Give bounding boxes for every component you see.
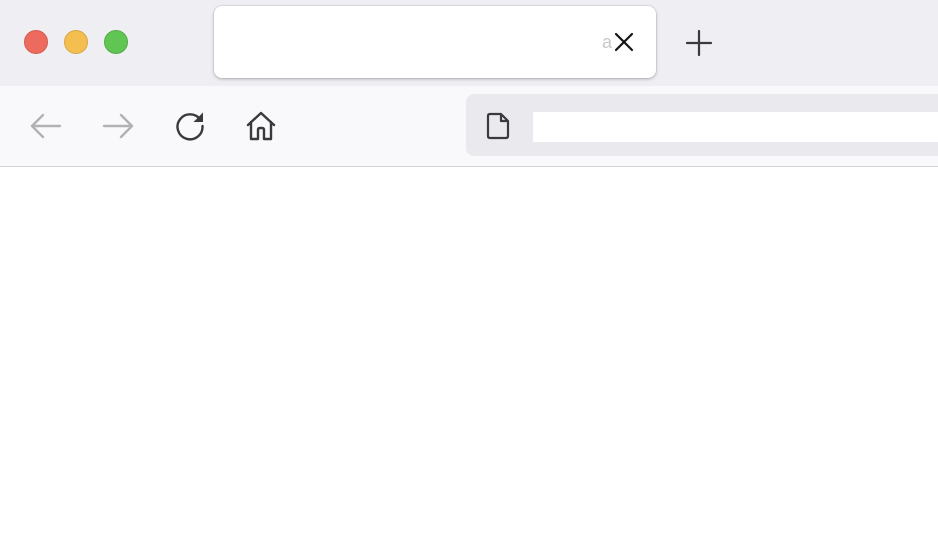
url-input[interactable] [533, 112, 938, 142]
back-button[interactable] [28, 108, 64, 144]
reload-icon [176, 112, 204, 141]
page-content [0, 167, 938, 534]
home-icon [246, 111, 276, 141]
home-button[interactable] [243, 108, 279, 144]
navigation-toolbar [0, 86, 938, 167]
arrow-left-icon [30, 113, 62, 139]
window-minimize-button[interactable] [64, 30, 88, 54]
window-close-button[interactable] [24, 30, 48, 54]
tab-active[interactable]: a [214, 6, 656, 78]
reload-button[interactable] [172, 108, 208, 144]
plus-icon[interactable] [684, 28, 714, 58]
tab-title: a [601, 32, 612, 52]
address-bar[interactable] [466, 94, 938, 156]
window-zoom-button[interactable] [104, 30, 128, 54]
arrow-right-icon [102, 113, 134, 139]
forward-button[interactable] [100, 108, 136, 144]
title-bar: a [0, 0, 938, 86]
page-icon [482, 110, 514, 142]
close-icon[interactable] [612, 30, 636, 54]
